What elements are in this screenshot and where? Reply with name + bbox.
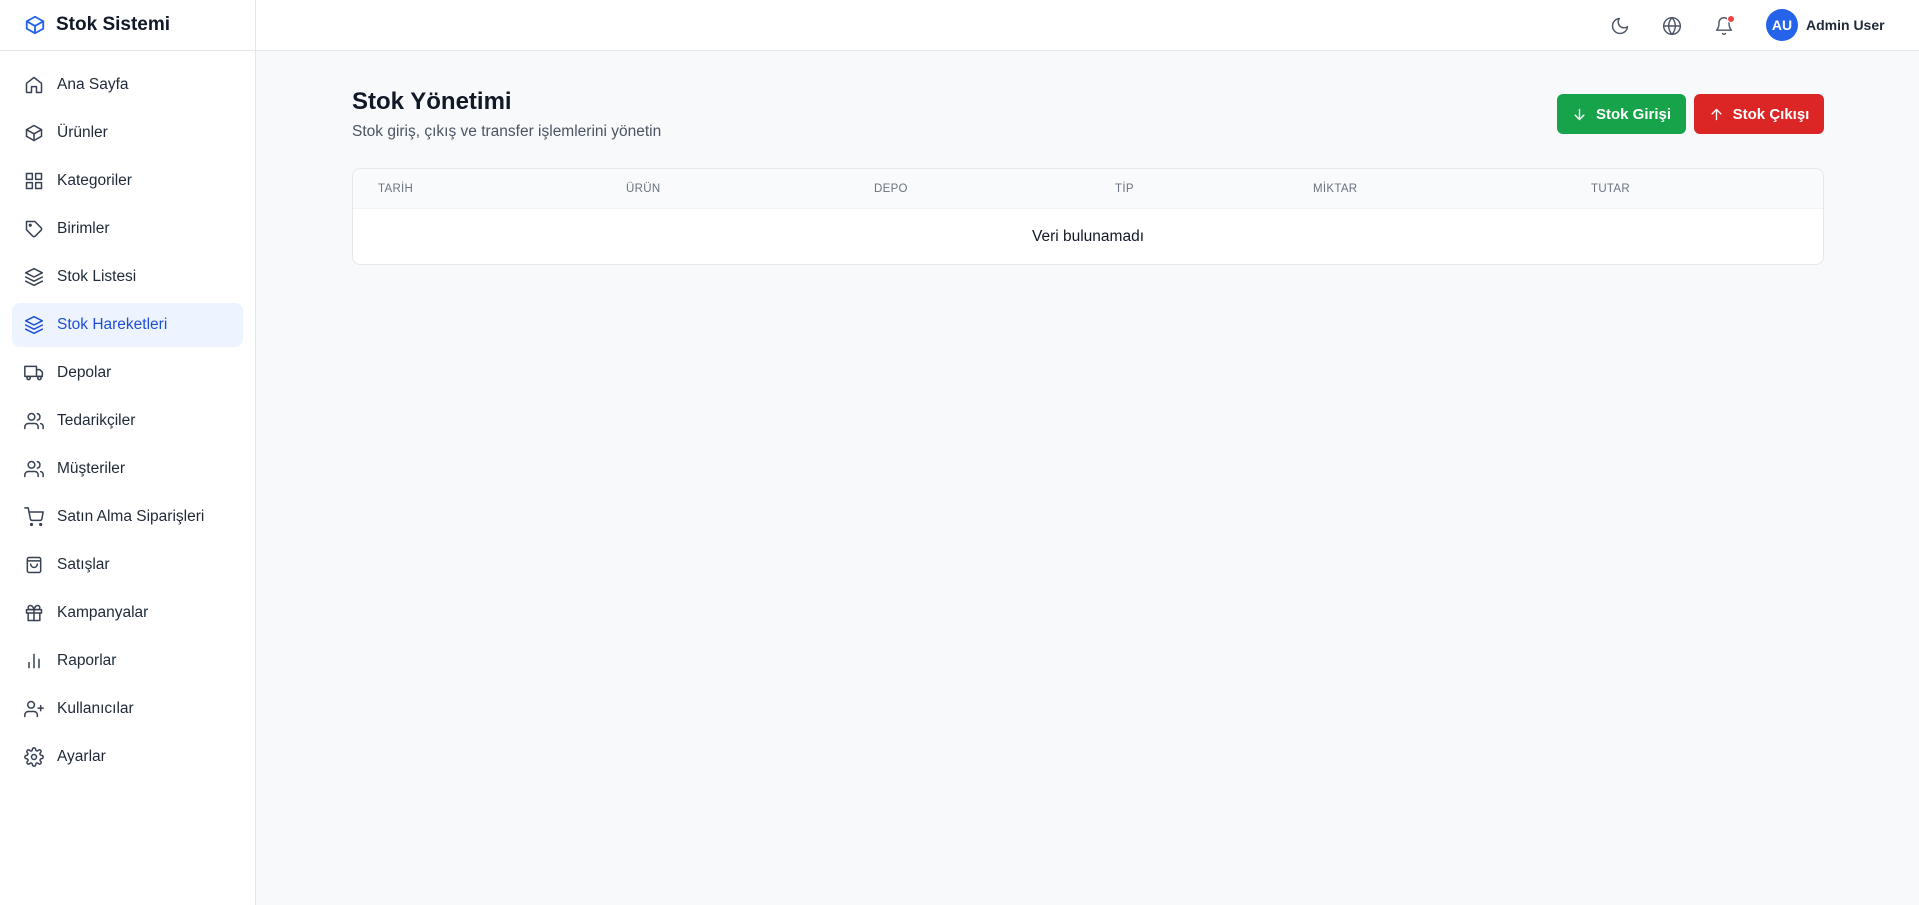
settings-icon (24, 747, 44, 767)
user-name: Admin User (1806, 17, 1885, 33)
notification-badge (1727, 15, 1735, 23)
empty-state-message: Veri bulunamadı (1031, 228, 1145, 245)
column-header-amount[interactable]: TUTAR (1591, 183, 1630, 195)
column-header-type[interactable]: TİP (1115, 183, 1134, 195)
gift-icon (25, 604, 43, 622)
page-title: Stok Yönetimi (352, 88, 512, 115)
sidebar-item-label: Satışlar (57, 556, 110, 573)
box-icon (25, 124, 43, 142)
sidebar-item-musteriler[interactable]: Müşteriler (12, 447, 243, 491)
sidebar-item-kullanicilar[interactable]: Kullanıcılar (12, 687, 243, 731)
bar-chart-icon (28, 653, 40, 669)
home-icon (25, 76, 43, 94)
stock-out-button[interactable]: Stok Çıkışı (1694, 94, 1824, 134)
sidebar-item-kategoriler[interactable]: Kategoriler (12, 159, 243, 203)
sidebar-item-label: Raporlar (57, 652, 117, 669)
sidebar-item-label: Satın Alma Siparişleri (57, 508, 205, 525)
sidebar-item-stok-listesi[interactable]: Stok Listesi (12, 255, 243, 299)
sidebar-item-ayarlar[interactable]: Ayarlar (12, 735, 243, 779)
sidebar-item-label: Kullanıcılar (57, 700, 134, 717)
topbar: AU Admin User (256, 0, 1919, 51)
sidebar-item-urunler[interactable]: Ürünler (12, 111, 243, 155)
theme-toggle-button[interactable] (1603, 9, 1637, 43)
brand[interactable]: Stok Sistemi (0, 0, 255, 51)
sidebar-item-ana-sayfa[interactable]: Ana Sayfa (12, 63, 243, 107)
sidebar-item-raporlar[interactable]: Raporlar (12, 639, 243, 683)
sidebar-item-label: Ayarlar (57, 748, 106, 765)
arrow-down-icon (1574, 108, 1585, 120)
sidebar-item-label: Birimler (57, 220, 110, 237)
sidebar-item-label: Depolar (57, 364, 112, 381)
cart-icon (24, 507, 44, 527)
page-subtitle: Stok giriş, çıkış ve transfer işlemlerin… (352, 123, 662, 140)
shopping-bag-icon (26, 556, 42, 574)
avatar: AU (1766, 9, 1798, 41)
sidebar-item-label: Stok Hareketleri (57, 316, 168, 333)
users-icon (24, 460, 44, 478)
sidebar-item-satislar[interactable]: Satışlar (12, 543, 243, 587)
stock-in-button[interactable]: Stok Girişi (1557, 94, 1686, 134)
sidebar-item-satin-alma[interactable]: Satın Alma Siparişleri (12, 495, 243, 539)
truck-icon (24, 365, 44, 381)
sidebar-item-stok-hareketleri[interactable]: Stok Hareketleri (12, 303, 243, 347)
sidebar-item-label: Ana Sayfa (57, 76, 129, 93)
box-logo-icon (25, 15, 45, 35)
sidebar-item-label: Kategoriler (57, 172, 132, 189)
arrow-up-icon (1711, 108, 1722, 120)
sidebar-item-label: Kampanyalar (57, 604, 149, 621)
sidebar-item-tedarikciler[interactable]: Tedarikçiler (12, 399, 243, 443)
users-icon (24, 412, 44, 430)
column-header-date[interactable]: TARİH (378, 183, 413, 195)
table-header: TARİH ÜRÜN DEPO TİP MİKTAR TUTAR (353, 169, 1823, 209)
sidebar-item-kampanyalar[interactable]: Kampanyalar (12, 591, 243, 635)
sidebar-item-label: Tedarikçiler (57, 412, 136, 429)
column-header-warehouse[interactable]: DEPO (874, 183, 908, 195)
language-button[interactable] (1655, 9, 1689, 43)
brand-title: Stok Sistemi (56, 14, 171, 35)
layers-icon (24, 267, 44, 287)
stock-movements-table: TARİH ÜRÜN DEPO TİP MİKTAR TUTAR Veri bu… (352, 168, 1824, 265)
tag-icon (25, 220, 43, 238)
stock-in-label: Stok Girişi (1595, 105, 1672, 123)
sidebar-item-depolar[interactable]: Depolar (12, 351, 243, 395)
user-plus-icon (24, 700, 44, 718)
moon-icon (1611, 17, 1629, 35)
layers-icon (24, 315, 44, 335)
notifications-button[interactable] (1707, 9, 1741, 43)
sidebar-item-label: Ürünler (57, 124, 108, 141)
column-header-product[interactable]: ÜRÜN (626, 183, 660, 195)
sidebar-item-label: Müşteriler (57, 460, 126, 477)
sidebar: Stok Sistemi Ana Sayfa Ürünler Kategoril… (0, 0, 256, 905)
column-header-quantity[interactable]: MİKTAR (1313, 183, 1357, 195)
sidebar-nav: Ana Sayfa Ürünler Kategoriler Birimler S… (0, 51, 255, 795)
stock-out-label: Stok Çıkışı (1732, 105, 1810, 123)
sidebar-item-label: Stok Listesi (57, 268, 137, 285)
sidebar-item-birimler[interactable]: Birimler (12, 207, 243, 251)
globe-icon (1662, 16, 1682, 36)
user-menu[interactable]: AU Admin User (1766, 6, 1885, 44)
grid-icon (25, 172, 43, 190)
